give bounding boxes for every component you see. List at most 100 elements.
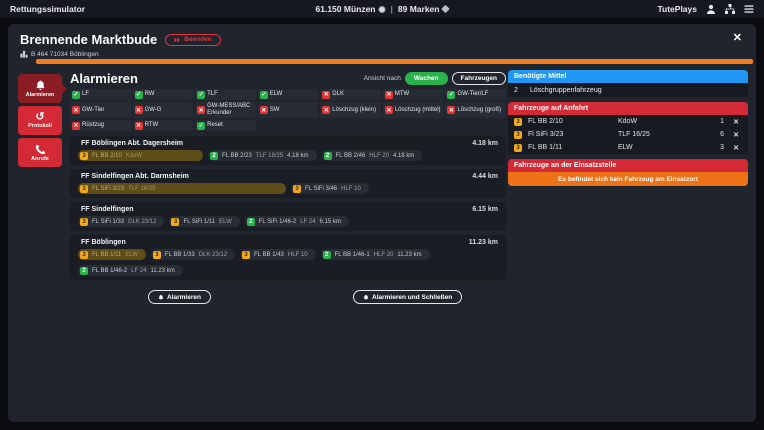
- end-mission-button[interactable]: Beenden: [165, 34, 220, 46]
- filter-label: Löschzug (klein): [332, 107, 376, 114]
- check-icon: ✓: [447, 91, 455, 99]
- vehicle-chip-fl-bb-1-43[interactable]: 3FL BB 1/43HLF 10: [240, 249, 315, 260]
- close-icon[interactable]: ✕: [733, 33, 742, 44]
- station-card: FF Böblingen11.23 km 3FL BB 1/11ELW 3FL BB…: [70, 235, 506, 280]
- vehicle-chip-fl-sifi-1-11[interactable]: 3FL SiFi 1/11ELW: [169, 216, 239, 227]
- mission-address: B 464 71034 Böblingen: [20, 50, 744, 58]
- vehicle-chip-fl-sifi-1-33[interactable]: 3FL SiFi 1/33DLK 23/12: [78, 216, 164, 227]
- alarm-button[interactable]: Alarmieren: [148, 290, 211, 304]
- status-2-badge: 2: [210, 152, 218, 160]
- status-3-badge: 3: [514, 144, 522, 152]
- station-header: FF Sindelfingen 6.15 km: [78, 206, 498, 213]
- filter-label: MTW: [395, 91, 409, 98]
- status-3-badge: 3: [514, 118, 522, 126]
- filter-dlk[interactable]: ✕DLK: [320, 89, 381, 100]
- user-icon[interactable]: [706, 4, 716, 14]
- filter-r-stzug[interactable]: ✕Rüstzug: [70, 120, 131, 131]
- vehicle-chip-fl-sifi-1-46-2[interactable]: 2FL SiFi 1/46-2LF 246.15 km: [245, 216, 349, 227]
- hierarchy-icon[interactable]: [725, 4, 735, 14]
- filter-reset[interactable]: ✓Reset: [195, 120, 256, 131]
- x-icon: ✕: [72, 122, 80, 130]
- remove-vehicle-button[interactable]: ✕: [730, 144, 742, 152]
- filter-rtw[interactable]: ✕RTW: [133, 120, 194, 131]
- filter-label: RW: [145, 91, 155, 98]
- vehicle-callsign: FL BB 2/10: [92, 153, 122, 159]
- vehicle-callsign: FL SiFi 1/46-2: [259, 219, 296, 225]
- required-count: 2: [514, 87, 530, 94]
- sidebar-item-alarmieren[interactable]: Alarmieren: [18, 74, 62, 103]
- station-name: FF Sindelfingen Abt. Darmsheim: [81, 173, 189, 180]
- vehicle-chip-fl-bb-2-10[interactable]: 3FL BB 2/10KdoW: [78, 150, 203, 161]
- required-resource-row: 2 Löschgruppenfahrzeug: [508, 83, 748, 97]
- filter-gw-tier-lf[interactable]: ✓GW-Tier/LF: [445, 89, 506, 100]
- station-list: FF Böblingen Abt. Dagersheim4.18 km3FL B…: [70, 136, 506, 280]
- onscene-vehicles-section: Fahrzeuge an der Einsatzstelle Es befind…: [508, 159, 748, 186]
- remove-vehicle-button[interactable]: ✕: [730, 131, 742, 139]
- filter-l-schzug-mittel[interactable]: ✕Löschzug (mittel): [383, 102, 444, 118]
- filter-sw[interactable]: ✕SW: [258, 102, 319, 118]
- coin-icon: [379, 6, 386, 13]
- station-name: FF Sindelfingen: [81, 206, 134, 213]
- filter-gw-mess-abc-erkunder[interactable]: ✕GW-MESS/ABC Erkunder: [195, 102, 256, 118]
- mission-status-panel: Benötigte Mittel 2 Löschgruppenfahrzeug …: [508, 70, 748, 186]
- sidebar-item-label: Anrufe: [31, 156, 49, 162]
- view-toggle-fahrzeugen[interactable]: Fahrzeugen: [452, 72, 506, 85]
- vehicle-type: LF 24: [131, 268, 146, 274]
- top-bar: Rettungssimulator 61.150 Münzen | 89 Mar…: [0, 0, 764, 18]
- vehicle-chip-row: 3FL SiFi 1/33DLK 23/123FL SiFi 1/11ELW2F…: [78, 216, 498, 227]
- status-3-badge: 3: [514, 131, 522, 139]
- vehicle-type: HLF 10: [341, 186, 361, 192]
- vehicle-callsign: FL BB 1/11: [528, 144, 612, 151]
- vehicle-eta: 6: [712, 131, 724, 138]
- view-toggle-wachen[interactable]: Wachen: [405, 72, 448, 85]
- vehicle-chip-fl-bb-1-46-1[interactable]: 2FL BB 1/46-1HLF 2011.23 km: [321, 249, 430, 260]
- section-header: Fahrzeuge auf Anfahrt: [508, 102, 748, 115]
- filter-gw-tier[interactable]: ✕GW-Tier: [70, 102, 131, 118]
- vehicle-type: ELW: [125, 252, 138, 258]
- remove-vehicle-button[interactable]: ✕: [730, 118, 742, 126]
- filter-label: SW: [270, 107, 280, 114]
- vehicle-type: TLF 16/25: [618, 131, 706, 138]
- vehicle-eta: 1: [712, 118, 724, 125]
- sidebar-item-anrufe[interactable]: Anrufe: [18, 138, 62, 167]
- alarm-and-close-button[interactable]: Alarmieren und Schließen: [353, 290, 462, 304]
- filter-label: Löschzug (mittel): [395, 107, 441, 114]
- filter-elw[interactable]: ✓ELW: [258, 89, 319, 100]
- vehicle-type: LF 24: [300, 219, 315, 225]
- filter-l-schzug-gro[interactable]: ✕Löschzug (groß): [445, 102, 506, 118]
- vehicle-callsign: FL BB 1/33: [165, 252, 195, 258]
- status-3-badge: 3: [293, 185, 301, 193]
- filter-tlf[interactable]: ✓TLF: [195, 89, 256, 100]
- filter-gw-g[interactable]: ✕GW-G: [133, 102, 194, 118]
- vehicle-callsign: FL BB 1/43: [254, 252, 284, 258]
- station-distance: 6.15 km: [472, 206, 498, 213]
- filter-mtw[interactable]: ✕MTW: [383, 89, 444, 100]
- sidebar-item-label: Alarmieren: [26, 92, 55, 98]
- vehicle-chip-fl-bb-2-46[interactable]: 2FL BB 2/46HLF 204.18 km: [322, 150, 423, 161]
- station-name: FF Böblingen Abt. Dagersheim: [81, 140, 183, 147]
- vehicle-chip-fl-sifi-3-23[interactable]: 3FL SiFi 3/23TLF 16/25: [78, 183, 286, 194]
- filter-rw[interactable]: ✓RW: [133, 89, 194, 100]
- filter-l-schzug-klein[interactable]: ✕Löschzug (klein): [320, 102, 381, 118]
- vehicle-callsign: FL SiFi 1/11: [183, 219, 215, 225]
- x-icon: ✕: [385, 91, 393, 99]
- sidebar-item-label: Protokoll: [28, 123, 52, 129]
- mission-progress-bar: [36, 59, 753, 64]
- vehicle-chip-fl-bb-1-33[interactable]: 3FL BB 1/33DLK 23/12: [151, 249, 235, 260]
- station-card: FF Sindelfingen 6.15 km 3FL SiFi 1/33DLK 2…: [70, 202, 506, 231]
- vehicle-callsign: FL BB 2/10: [528, 118, 612, 125]
- filter-label: Rüstzug: [82, 122, 104, 129]
- vehicle-chip-fl-sifi-3-46[interactable]: 3FL SiFi 3/46HLF 10: [291, 183, 369, 194]
- sidebar-item-protokoll[interactable]: ↺ Protokoll: [18, 106, 62, 135]
- vehicle-chip-fl-bb-1-11[interactable]: 3FL BB 1/11ELW: [78, 249, 146, 260]
- mission-dialog: Brennende Marktbude Beenden B 464 71034 …: [8, 24, 756, 422]
- vehicle-chip-fl-bb-2-23[interactable]: 2FL BB 2/23TLF 16/254.18 km: [208, 150, 317, 161]
- enroute-vehicles-section: Fahrzeuge auf Anfahrt 3FL BB 2/10KdoW1✕3…: [508, 102, 748, 154]
- filter-lf[interactable]: ✓LF: [70, 89, 131, 100]
- vehicle-chip-fl-bb-1-46-2[interactable]: 2FL BB 1/46-2LF 2411.23 km: [78, 265, 183, 276]
- vehicle-type: HLF 10: [288, 252, 308, 258]
- check-icon: ✓: [197, 91, 205, 99]
- station-header: FF Böblingen11.23 km: [78, 239, 498, 246]
- station-name: FF Böblingen: [81, 239, 126, 246]
- menu-icon[interactable]: [744, 4, 754, 14]
